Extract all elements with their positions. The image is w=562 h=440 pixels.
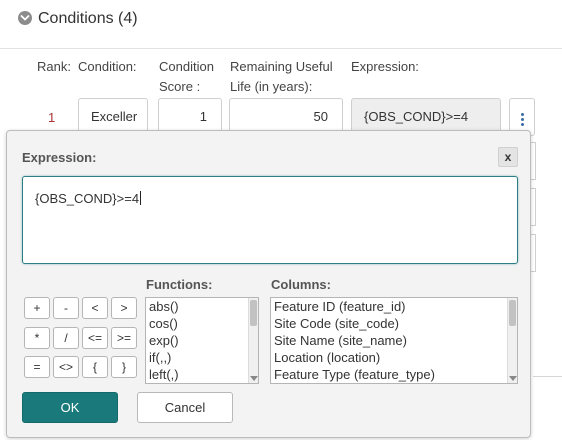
conditions-section-header[interactable]: Conditions (4): [0, 0, 562, 44]
function-item[interactable]: if(,,): [146, 349, 258, 366]
header-condition: Condition:: [78, 59, 137, 74]
section-title: Conditions (4): [38, 10, 138, 27]
operator-divide-button[interactable]: /: [53, 327, 79, 349]
columns-list[interactable]: Feature ID (feature_id) Site Code (site_…: [270, 297, 518, 384]
row-rank: 1: [48, 110, 56, 125]
header-expression: Expression:: [351, 59, 419, 74]
columns-label: Columns:: [271, 277, 331, 292]
header-life-line1: Remaining Useful: [230, 59, 333, 74]
expression-textarea[interactable]: {OBS_COND}>=4: [22, 176, 518, 264]
text-cursor: [140, 191, 142, 205]
functions-label: Functions:: [146, 277, 213, 292]
operator-equals-button[interactable]: =: [24, 356, 50, 378]
function-item[interactable]: exp(): [146, 332, 258, 349]
columns-scrollbar[interactable]: [507, 298, 517, 383]
section-divider: [0, 48, 562, 49]
function-item[interactable]: left(,): [146, 366, 258, 383]
ok-button[interactable]: OK: [22, 392, 118, 423]
cancel-button[interactable]: Cancel: [137, 392, 233, 423]
header-life-line2: Life (in years):: [230, 79, 313, 94]
operator-greater-than-button[interactable]: >: [111, 297, 137, 319]
function-item[interactable]: cos(): [146, 315, 258, 332]
operator-greater-equal-button[interactable]: >=: [111, 327, 137, 349]
operator-multiply-button[interactable]: *: [24, 327, 50, 349]
column-item[interactable]: Feature ID (feature_id): [271, 298, 517, 315]
operator-open-brace-button[interactable]: {: [82, 356, 108, 378]
scrollbar-thumb[interactable]: [509, 300, 516, 326]
operator-not-equal-button[interactable]: <>: [53, 356, 79, 378]
header-remaining-life: Remaining Useful Life (in years):: [230, 57, 333, 97]
column-item[interactable]: Site Name (site_name): [271, 332, 517, 349]
scroll-down-icon[interactable]: [250, 376, 258, 381]
chevron-down-icon[interactable]: [18, 11, 32, 25]
column-item[interactable]: Feature Type (feature_type): [271, 366, 517, 383]
header-score: Condition Score :: [159, 57, 214, 97]
column-item[interactable]: Location (location): [271, 349, 517, 366]
operator-less-than-button[interactable]: <: [82, 297, 108, 319]
dialog-title: Expression:: [22, 150, 97, 165]
function-item[interactable]: abs(): [146, 298, 258, 315]
operator-plus-button[interactable]: +: [24, 297, 50, 319]
header-rank: Rank:: [37, 59, 71, 74]
table-divider: [533, 376, 562, 377]
scroll-down-icon[interactable]: [509, 376, 517, 381]
expression-text: {OBS_COND}>=4: [35, 191, 140, 206]
header-score-line2: Score :: [159, 79, 201, 94]
operator-minus-button[interactable]: -: [53, 297, 79, 319]
functions-scrollbar[interactable]: [248, 298, 258, 383]
operator-close-brace-button[interactable]: }: [111, 356, 137, 378]
operator-less-equal-button[interactable]: <=: [82, 327, 108, 349]
header-score-line1: Condition: [159, 59, 214, 74]
scrollbar-thumb[interactable]: [250, 300, 257, 326]
functions-list[interactable]: abs() cos() exp() if(,,) left(,): [145, 297, 259, 384]
close-button[interactable]: x: [498, 147, 518, 167]
column-item[interactable]: Site Code (site_code): [271, 315, 517, 332]
